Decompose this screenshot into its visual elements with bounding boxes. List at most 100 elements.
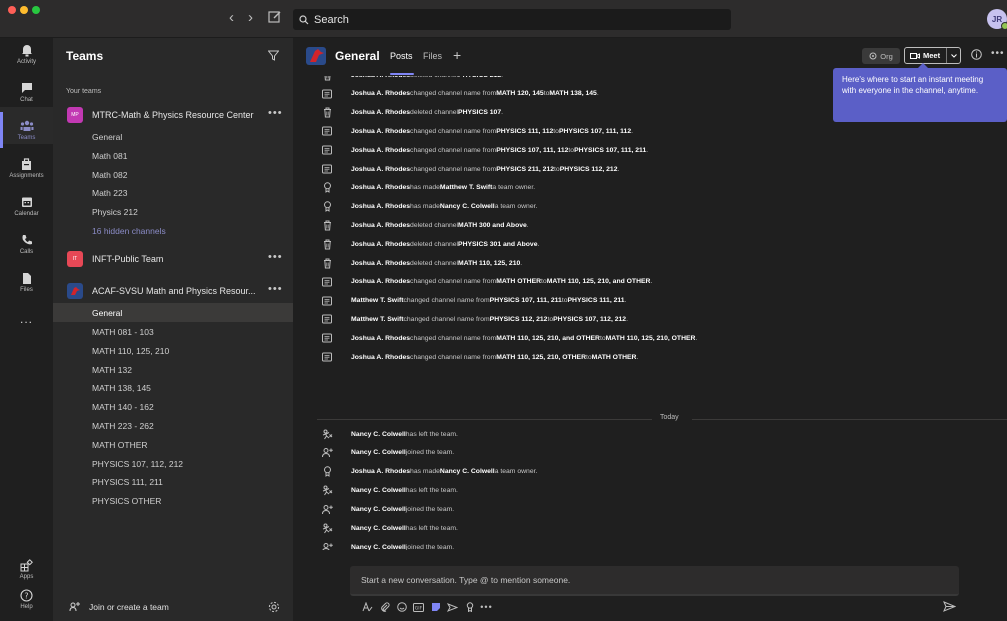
filter-icon[interactable]	[268, 50, 279, 61]
rename-icon	[321, 163, 333, 175]
actor-name: Nancy C. Colwell	[351, 543, 406, 550]
team-row-mtrc[interactable]: MP MTRC-Math & Physics Resource Center •…	[53, 104, 293, 126]
channel-item[interactable]: PHYSICS OTHER	[53, 491, 293, 510]
rename-icon	[321, 144, 333, 156]
actor-name: Nancy C. Colwell	[351, 430, 406, 438]
event-object: PHYSICS 107, 111, 112	[496, 146, 569, 154]
actor-name: Matthew T. Swift	[351, 315, 404, 323]
info-icon[interactable]	[971, 49, 982, 60]
tab-files[interactable]: Files	[423, 51, 442, 61]
rail-item-chat[interactable]: Chat	[0, 80, 53, 116]
meet-dropdown-chevron-down-icon[interactable]	[946, 48, 960, 63]
rail-item-assignments[interactable]: Assignments	[0, 156, 53, 192]
channel-item[interactable]: Math 223	[53, 183, 293, 202]
event-text: joined the team.	[405, 506, 455, 514]
more-options-icon[interactable]: •••	[478, 602, 495, 612]
new-chat-icon[interactable]	[268, 10, 282, 24]
event-text: changed channel name from	[410, 90, 497, 98]
event-text: joined the team.	[405, 543, 455, 550]
channel-item[interactable]: MATH OTHER	[53, 435, 293, 454]
meet-button[interactable]: Meet	[904, 47, 961, 64]
emoji-icon[interactable]	[393, 602, 410, 612]
add-tab-icon[interactable]: +	[453, 47, 461, 63]
rail-item-activity[interactable]: Activity	[0, 42, 53, 78]
event-object: MATH OTHER	[496, 278, 542, 286]
channel-item[interactable]: MATH 081 - 103	[53, 322, 293, 341]
activity-event: Joshua A. Rhodes deleted channel PHYSICS…	[321, 235, 881, 253]
gif-icon[interactable]: GIF	[410, 602, 427, 612]
channel-item[interactable]: Math 081	[53, 146, 293, 165]
channel-item[interactable]: MATH 138, 145	[53, 378, 293, 397]
rail-label: Activity	[16, 59, 36, 65]
rail-item-teams[interactable]: Teams	[0, 112, 53, 154]
event-object: PHYSICS 112, 212	[559, 165, 618, 173]
channel-item[interactable]: PHYSICS 107, 112, 212	[53, 454, 293, 473]
date-divider: Today	[317, 414, 1007, 424]
search-input[interactable]: Search	[293, 9, 731, 30]
channel-item[interactable]: MATH 110, 125, 210	[53, 341, 293, 360]
channel-item[interactable]: General	[53, 127, 293, 146]
team-more-icon[interactable]: •••	[268, 251, 283, 263]
actor-name: Joshua A. Rhodes	[351, 184, 411, 192]
actor-name: Joshua A. Rhodes	[351, 221, 411, 229]
hidden-channels-link[interactable]: 16 hidden channels	[53, 221, 293, 240]
channel-item[interactable]: PHYSICS 111, 211	[53, 472, 293, 491]
compose-box[interactable]: Start a new conversation. Type @ to ment…	[350, 566, 959, 596]
join-create-team-button[interactable]: Join or create a team	[53, 596, 293, 621]
event-text: changed channel name from	[410, 146, 497, 154]
avatar[interactable]: JR	[987, 9, 1007, 30]
zoom-window-button[interactable]	[32, 6, 40, 14]
event-object: PHYSICS 111, 112	[496, 127, 554, 135]
close-window-button[interactable]	[8, 6, 16, 14]
event-text: changed channel name from	[410, 334, 497, 342]
rail-item-files[interactable]: Files	[0, 270, 53, 306]
praise-icon[interactable]	[461, 602, 478, 612]
actor-name: Nancy C. Colwell	[351, 525, 406, 532]
apps-icon	[20, 558, 33, 571]
channel-item-selected[interactable]: General	[53, 303, 293, 322]
channel-item[interactable]: Physics 212	[53, 202, 293, 221]
minimize-window-button[interactable]	[20, 6, 28, 14]
event-text: deleted channel	[410, 259, 459, 267]
channel-item[interactable]: MATH 223 - 262	[53, 416, 293, 435]
format-icon[interactable]	[359, 602, 376, 612]
rail-item-help[interactable]: ? Help	[0, 587, 53, 621]
more-icon: ...	[19, 312, 33, 326]
assignments-icon	[22, 157, 31, 170]
actor-name: Joshua A. Rhodes	[351, 203, 411, 211]
rail-item-calls[interactable]: Calls	[0, 232, 53, 268]
attach-icon[interactable]	[376, 602, 393, 612]
back-arrow-icon[interactable]: ‹	[229, 10, 234, 26]
rail-item-calendar[interactable]: Calendar	[0, 194, 53, 230]
activity-event: Joshua A. Rhodes has made Nancy C. Colwe…	[321, 198, 881, 216]
divider-label: Today	[660, 414, 679, 421]
send-icon[interactable]	[943, 601, 956, 612]
meet-now-icon[interactable]	[444, 602, 461, 612]
channel-item[interactable]: Math 082	[53, 165, 293, 184]
org-button[interactable]: Org	[862, 48, 900, 64]
team-row-acaf[interactable]: ACAF-SVSU Math and Physics Resour... •••	[53, 280, 293, 302]
event-text: changed channel name from	[403, 315, 490, 323]
team-row-inft[interactable]: IT INFT-Public Team •••	[53, 248, 293, 270]
sticker-icon[interactable]	[427, 602, 444, 612]
team-more-icon[interactable]: •••	[268, 107, 283, 119]
team-more-icon[interactable]: •••	[268, 283, 283, 295]
gear-icon[interactable]	[268, 601, 280, 613]
event-object: MATH 110, 125, 210	[458, 259, 521, 267]
event-text: .	[631, 127, 634, 135]
people-add-icon	[69, 602, 80, 612]
channel-item[interactable]: MATH 140 - 162	[53, 397, 293, 416]
tab-posts[interactable]: Posts	[390, 51, 413, 61]
forward-arrow-icon[interactable]: ›	[248, 10, 253, 26]
activity-event: Nancy C. Colwell joined the team.	[321, 444, 881, 462]
channel-item[interactable]: MATH 132	[53, 360, 293, 379]
event-text: .	[501, 76, 503, 79]
compose-toolbar: GIF •••	[359, 600, 495, 614]
rename-icon	[321, 295, 333, 307]
event-object: PHYSICS 107, 111, 112	[558, 127, 632, 135]
activity-event: Joshua A. Rhodes deleted channel PHYSICS…	[321, 104, 881, 122]
more-options-icon[interactable]: •••	[991, 48, 1005, 59]
event-object: PHYSICS 107, 112, 212	[553, 315, 627, 323]
rail-item-more[interactable]: ...	[0, 312, 53, 348]
actor-name: Nancy C. Colwell	[351, 487, 406, 495]
